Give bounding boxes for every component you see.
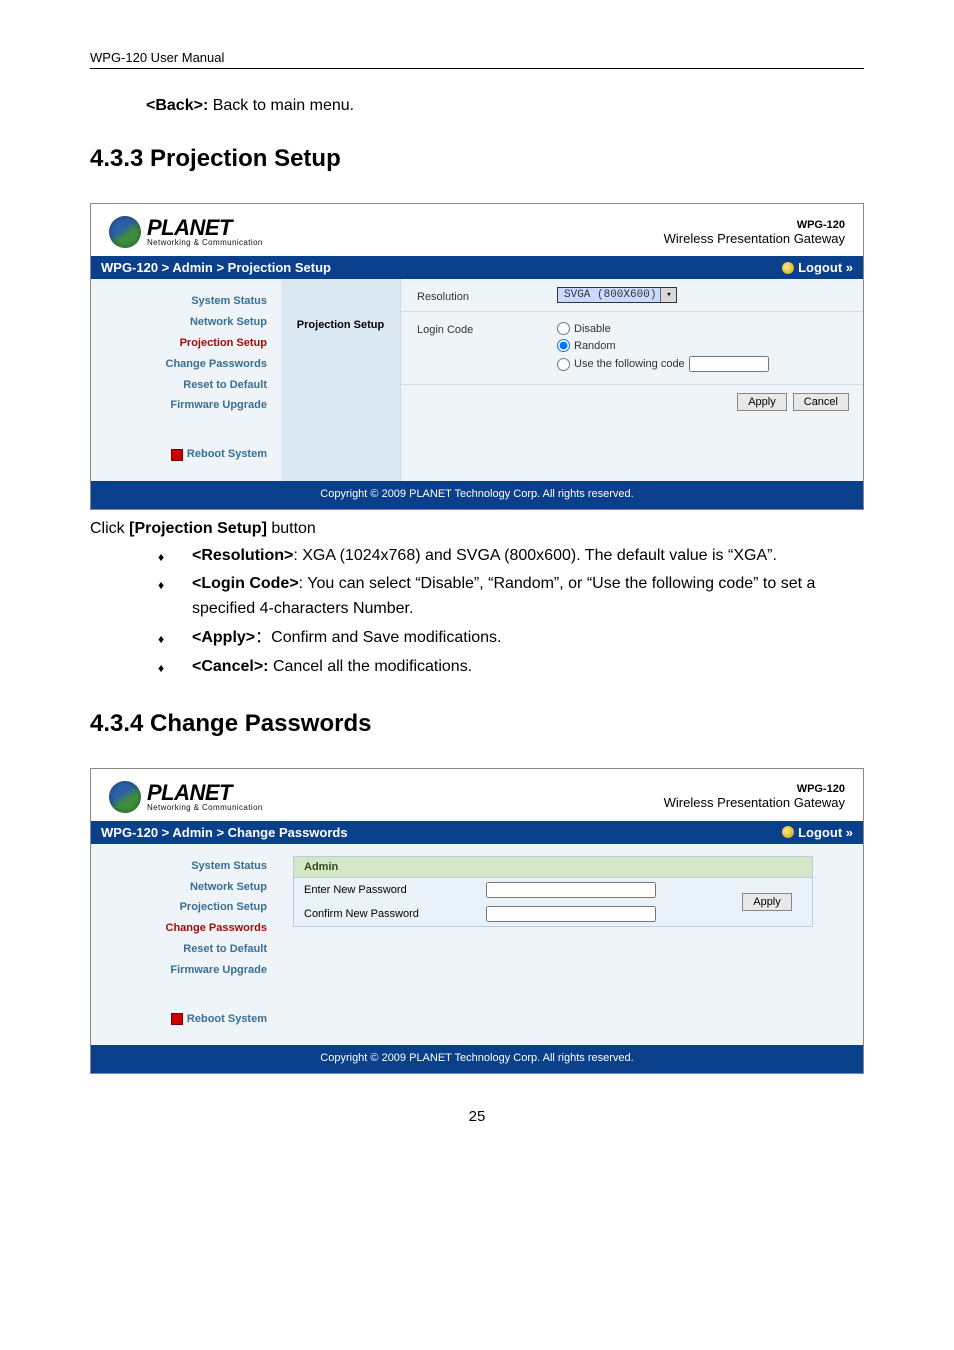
confirm-password-label: Confirm New Password xyxy=(304,908,474,920)
bullet-bold: <Login Code> xyxy=(192,575,299,592)
click-suffix: button xyxy=(267,520,316,537)
bullet-sep: : xyxy=(299,575,308,592)
apply-button[interactable]: Apply xyxy=(742,893,792,911)
apply-button[interactable]: Apply xyxy=(737,393,787,411)
bullet-sep: : xyxy=(293,547,302,564)
bullet-bold: <Apply> xyxy=(192,629,255,646)
model-subtitle: Wireless Presentation Gateway xyxy=(664,795,845,810)
sidebar-item-reset-to-default[interactable]: Reset to Default xyxy=(105,939,267,960)
click-prefix: Click xyxy=(90,520,129,537)
sidebar: System Status Network Setup Projection S… xyxy=(91,279,281,481)
heading-change-passwords: 4.3.4 Change Passwords xyxy=(90,710,864,738)
panel-footer: Copyright © 2009 PLANET Technology Corp.… xyxy=(91,481,863,509)
back-label: <Back>: xyxy=(146,97,208,114)
breadcrumb-bar: WPG-120 > Admin > Change Passwords Logou… xyxy=(91,821,863,844)
brand: PLANET Networking & Communication xyxy=(109,216,263,248)
panel-footer: Copyright © 2009 PLANET Technology Corp.… xyxy=(91,1045,863,1073)
login-code-label: Login Code xyxy=(417,320,557,336)
resolution-value: SVGA (800X600) xyxy=(564,289,656,301)
key-icon xyxy=(782,826,794,838)
brand-name: PLANET xyxy=(147,782,263,804)
breadcrumb: WPG-120 > Admin > Projection Setup xyxy=(101,260,331,275)
logout-link[interactable]: Logout » xyxy=(782,825,853,840)
doc-hr xyxy=(90,68,864,69)
click-line: Click [Projection Setup] button xyxy=(90,520,864,538)
panel-header: PLANET Networking & Communication WPG-12… xyxy=(91,204,863,256)
reboot-label: Reboot System xyxy=(187,1009,267,1030)
sidebar-item-change-passwords[interactable]: Change Passwords xyxy=(105,918,267,939)
bullet-text: Confirm and Save modifications. xyxy=(271,629,501,646)
radio-disable-label: Disable xyxy=(574,323,611,335)
bullet-item: <Login Code>: You can select “Disable”, … xyxy=(158,572,864,622)
enter-password-input[interactable] xyxy=(486,882,656,898)
bullet-text: Cancel all the modifications. xyxy=(273,658,472,675)
resolution-label: Resolution xyxy=(417,287,557,303)
sidebar-item-firmware-upgrade[interactable]: Firmware Upgrade xyxy=(105,395,267,416)
radio-custom-label: Use the following code xyxy=(574,358,685,370)
sidebar-item-system-status[interactable]: System Status xyxy=(105,291,267,312)
panel-header: PLANET Networking & Communication WPG-12… xyxy=(91,769,863,821)
doc-header: WPG-120 User Manual xyxy=(90,50,864,65)
power-icon xyxy=(171,1013,183,1025)
sidebar-item-reboot-system[interactable]: Reboot System xyxy=(171,1009,267,1030)
back-line: <Back>: Back to main menu. xyxy=(146,97,864,115)
sidebar-item-network-setup[interactable]: Network Setup xyxy=(105,877,267,898)
section-label: Projection Setup xyxy=(281,279,401,481)
radio-random-label: Random xyxy=(574,340,616,352)
password-section-title: Admin xyxy=(294,857,812,878)
sidebar-item-reset-to-default[interactable]: Reset to Default xyxy=(105,375,267,396)
bullet-item: <Resolution>: XGA (1024x768) and SVGA (8… xyxy=(158,544,864,569)
bullet-text: XGA (1024x768) and SVGA (800x600). The d… xyxy=(302,547,777,564)
resolution-select[interactable]: SVGA (800X600) ▾ xyxy=(557,287,677,303)
logout-link[interactable]: Logout » xyxy=(782,260,853,275)
custom-code-input[interactable] xyxy=(689,356,769,372)
power-icon xyxy=(171,449,183,461)
brand: PLANET Networking & Communication xyxy=(109,781,263,813)
logout-label: Logout » xyxy=(798,260,853,275)
sidebar-item-system-status[interactable]: System Status xyxy=(105,856,267,877)
logout-label: Logout » xyxy=(798,825,853,840)
enter-password-label: Enter New Password xyxy=(304,884,474,896)
cancel-button[interactable]: Cancel xyxy=(793,393,849,411)
bullet-bold: <Resolution> xyxy=(192,547,293,564)
model-subtitle: Wireless Presentation Gateway xyxy=(664,231,845,246)
reboot-label: Reboot System xyxy=(187,444,267,465)
sidebar-item-network-setup[interactable]: Network Setup xyxy=(105,312,267,333)
heading-projection-setup: 4.3.3 Projection Setup xyxy=(90,145,864,173)
bullet-item: <Cancel>: Cancel all the modifications. xyxy=(158,655,864,680)
radio-custom[interactable]: Use the following code xyxy=(557,356,847,372)
brand-tagline: Networking & Communication xyxy=(147,239,263,247)
model-code: WPG-120 xyxy=(664,219,845,231)
sidebar-item-firmware-upgrade[interactable]: Firmware Upgrade xyxy=(105,960,267,981)
admin-panel-projection-setup: PLANET Networking & Communication WPG-12… xyxy=(90,203,864,510)
sidebar-item-reboot-system[interactable]: Reboot System xyxy=(171,444,267,465)
breadcrumb-bar: WPG-120 > Admin > Projection Setup Logou… xyxy=(91,256,863,279)
bullet-item: <Apply>：Confirm and Save modifications. xyxy=(158,626,864,651)
radio-random[interactable]: Random xyxy=(557,339,847,352)
brand-logo-icon xyxy=(109,781,141,813)
chevron-down-icon: ▾ xyxy=(660,288,676,302)
key-icon xyxy=(782,262,794,274)
admin-panel-change-passwords: PLANET Networking & Communication WPG-12… xyxy=(90,768,864,1075)
click-bold: [Projection Setup] xyxy=(129,520,267,537)
page-number: 25 xyxy=(90,1108,864,1125)
model-code: WPG-120 xyxy=(664,783,845,795)
sidebar-item-projection-setup[interactable]: Projection Setup xyxy=(105,333,267,354)
breadcrumb: WPG-120 > Admin > Change Passwords xyxy=(101,825,348,840)
brand-name: PLANET xyxy=(147,217,263,239)
confirm-password-input[interactable] xyxy=(486,906,656,922)
brand-tagline: Networking & Communication xyxy=(147,804,263,812)
password-table: Admin Enter New Password Confirm New Pas… xyxy=(293,856,813,927)
radio-disable[interactable]: Disable xyxy=(557,322,847,335)
back-text: Back to main menu. xyxy=(208,97,354,114)
brand-logo-icon xyxy=(109,216,141,248)
sidebar-item-projection-setup[interactable]: Projection Setup xyxy=(105,897,267,918)
sidebar: System Status Network Setup Projection S… xyxy=(91,844,281,1046)
sidebar-item-change-passwords[interactable]: Change Passwords xyxy=(105,354,267,375)
bullet-list: <Resolution>: XGA (1024x768) and SVGA (8… xyxy=(158,544,864,680)
bullet-sep: ： xyxy=(255,629,271,646)
bullet-bold: <Cancel>: xyxy=(192,658,268,675)
